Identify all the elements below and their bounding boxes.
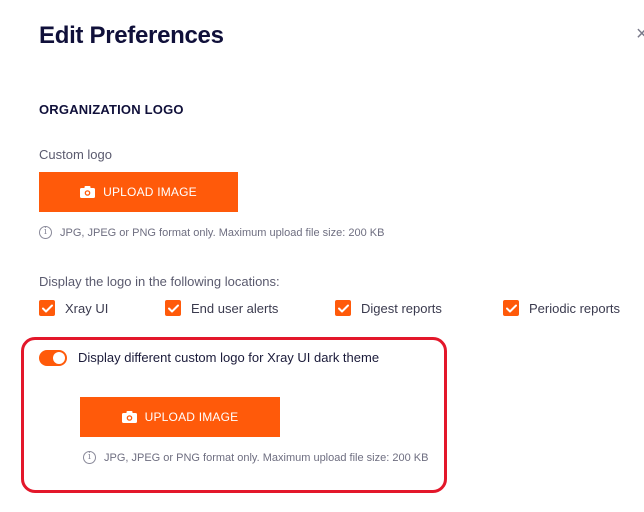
section-title-organization-logo: ORGANIZATION LOGO xyxy=(39,102,184,117)
edit-preferences-dialog: Edit Preferences × ORGANIZATION LOGO Cus… xyxy=(0,0,644,512)
upload-image-button[interactable]: UPLOAD IMAGE xyxy=(39,172,238,212)
upload-dark-theme-image-button[interactable]: UPLOAD IMAGE xyxy=(80,397,280,437)
camera-icon xyxy=(121,411,137,423)
check-icon[interactable] xyxy=(165,300,181,316)
checkbox-digest-reports[interactable]: Digest reports xyxy=(335,300,442,316)
info-icon: i xyxy=(39,226,52,239)
upload-hint-text: JPG, JPEG or PNG format only. Maximum up… xyxy=(60,226,385,239)
toggle-knob xyxy=(53,352,65,364)
custom-logo-label: Custom logo xyxy=(39,147,112,162)
upload-image-label: UPLOAD IMAGE xyxy=(144,410,239,424)
checkbox-label: End user alerts xyxy=(191,300,279,316)
checkbox-label: Xray UI xyxy=(65,300,109,316)
check-icon[interactable] xyxy=(335,300,351,316)
checkbox-periodic-reports[interactable]: Periodic reports xyxy=(503,300,620,316)
page-title: Edit Preferences xyxy=(39,22,224,49)
check-icon[interactable] xyxy=(503,300,519,316)
dark-theme-logo-toggle[interactable] xyxy=(39,350,67,366)
upload-hint: i JPG, JPEG or PNG format only. Maximum … xyxy=(39,226,384,239)
dark-theme-upload-hint: i JPG, JPEG or PNG format only. Maximum … xyxy=(83,451,428,464)
dark-theme-toggle-label: Display different custom logo for Xray U… xyxy=(78,350,380,365)
checkbox-xray-ui[interactable]: Xray UI xyxy=(39,300,108,316)
checkbox-label: Periodic reports xyxy=(529,300,621,316)
close-icon[interactable]: × xyxy=(636,24,644,44)
upload-hint-text: JPG, JPEG or PNG format only. Maximum up… xyxy=(104,451,429,464)
info-icon: i xyxy=(83,451,96,464)
upload-image-label: UPLOAD IMAGE xyxy=(103,185,197,199)
checkbox-end-user-alerts[interactable]: End user alerts xyxy=(165,300,278,316)
locations-label: Display the logo in the following locati… xyxy=(39,274,280,289)
camera-icon xyxy=(80,186,96,198)
checkbox-label: Digest reports xyxy=(361,300,442,316)
check-icon[interactable] xyxy=(39,300,55,316)
